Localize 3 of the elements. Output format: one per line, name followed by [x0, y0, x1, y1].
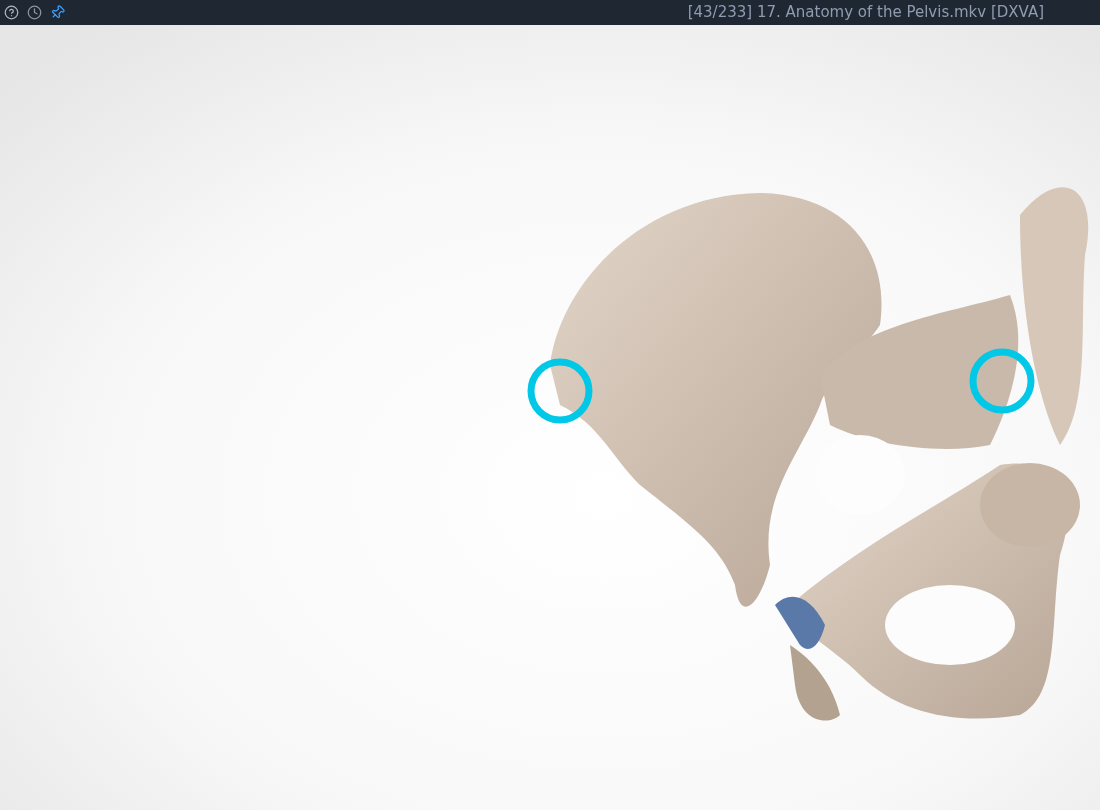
- clock-icon[interactable]: [27, 5, 42, 20]
- window-title: [43/233] 17. Anatomy of the Pelvis.mkv [DXVA]: [687, 2, 1045, 24]
- help-icon[interactable]: [4, 5, 19, 20]
